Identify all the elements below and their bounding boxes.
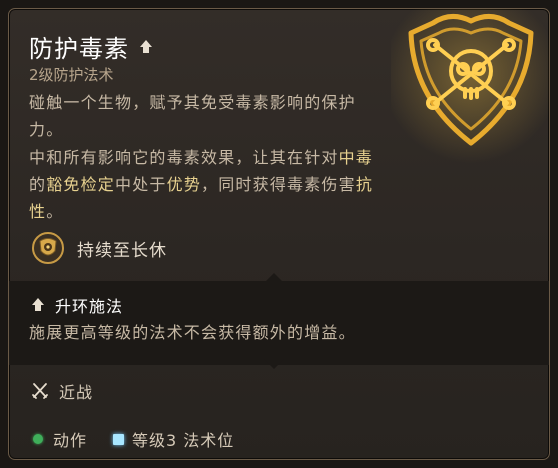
cost-action-label: 动作 bbox=[53, 431, 88, 450]
upcast-arrow-icon bbox=[140, 39, 152, 53]
spell-level-school: 2级防护法术 bbox=[29, 66, 114, 84]
range-row: 近战 bbox=[31, 379, 93, 403]
crossed-swords-icon bbox=[32, 383, 48, 399]
upcast-arrow-icon bbox=[32, 298, 44, 311]
keyword-saving-throw[interactable]: 豁免检定 bbox=[46, 175, 115, 194]
desc-text: ，同时获得毒素伤害 bbox=[201, 175, 356, 194]
section-divider-notch bbox=[264, 359, 284, 369]
poison-skull-shield-icon bbox=[391, 9, 549, 163]
upcast-heading-row: 升环施法 bbox=[29, 293, 123, 317]
desc-text: 的 bbox=[29, 175, 47, 194]
desc-text: 中处于 bbox=[115, 175, 167, 194]
range-text: 近战 bbox=[59, 383, 94, 402]
upcast-description: 施展更高等级的法术不会获得额外的增益。 bbox=[29, 323, 356, 342]
spell-description-2: 中和所有影响它的毒素效果，让其在针对中毒的豁免检定中处于优势，同时获得毒素伤害抗… bbox=[29, 144, 389, 225]
spell-name: 防护毒素 bbox=[29, 35, 129, 63]
keyword-advantage[interactable]: 优势 bbox=[167, 175, 201, 194]
green-action-dot-icon bbox=[33, 434, 43, 444]
keyword-poisoned[interactable]: 中毒 bbox=[339, 148, 373, 167]
spell-slot-icon bbox=[113, 433, 125, 445]
desc-text: 。 bbox=[46, 202, 64, 221]
cost-row: 动作 等级3 法术位 bbox=[33, 427, 234, 451]
title-row: 防护毒素 bbox=[29, 29, 155, 64]
duration-row: 持续至长休 bbox=[31, 231, 167, 265]
upcast-title: 升环施法 bbox=[55, 297, 124, 316]
spell-tooltip: 防护毒素 2级防护法术 碰触一个生物，赋予其免受毒素影响的保护力。 中和所有影响… bbox=[8, 8, 550, 460]
long-rest-icon bbox=[32, 232, 64, 264]
spell-description-1: 碰触一个生物，赋予其免受毒素影响的保护力。 bbox=[29, 93, 356, 139]
desc-text: 中和所有影响它的毒素效果，让其在针对 bbox=[29, 148, 339, 167]
cost-slot-label: 等级3 法术位 bbox=[132, 431, 235, 450]
duration-text: 持续至长休 bbox=[77, 240, 167, 261]
